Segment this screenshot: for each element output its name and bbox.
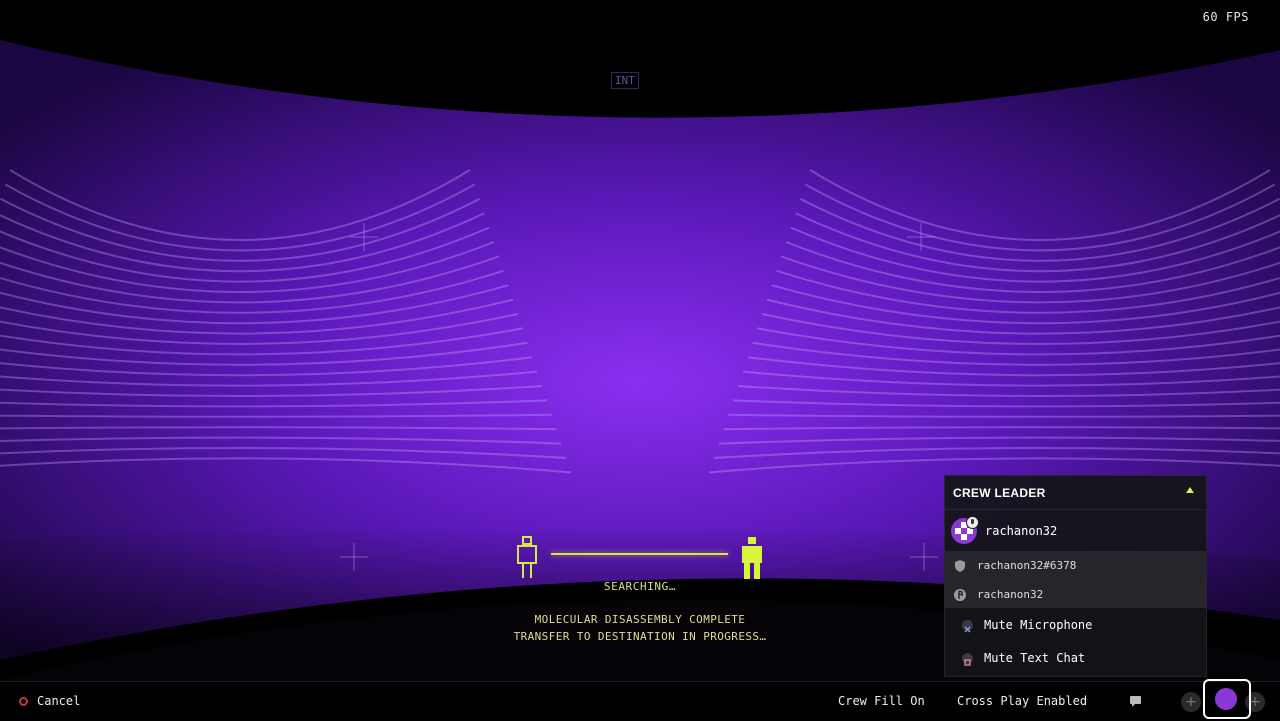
platform-id-name: rachanon32#6378 bbox=[977, 559, 1077, 572]
square-button-icon bbox=[962, 653, 973, 666]
status-line-1: MOLECULAR DISASSEMBLY COMPLETE bbox=[534, 613, 746, 626]
status-line-2: TRANSFER TO DESTINATION IN PROGRESS… bbox=[513, 630, 767, 643]
platform-ids: rachanon32#6378 rachanon32 bbox=[945, 551, 1206, 608]
interior-tag: INT bbox=[611, 72, 639, 89]
crew-fill-toggle[interactable]: Crew Fill On bbox=[838, 694, 925, 708]
cross-button-icon bbox=[962, 620, 973, 633]
searching-status: SEARCHING… bbox=[603, 580, 677, 593]
platform-id-name: rachanon32 bbox=[977, 588, 1044, 601]
crew-panel-header[interactable]: CREW LEADER bbox=[945, 476, 1206, 510]
mute-microphone-label: Mute Microphone bbox=[984, 618, 1093, 632]
playstation-icon bbox=[954, 589, 966, 601]
connection-line bbox=[551, 553, 728, 555]
circle-button-icon bbox=[19, 697, 28, 706]
chat-icon[interactable] bbox=[1130, 696, 1141, 707]
mute-microphone-button[interactable]: Mute Microphone bbox=[945, 610, 1206, 642]
crew-panel: CREW LEADER rachanon32 rachanon32#6378 r… bbox=[944, 475, 1207, 677]
microphone-icon bbox=[966, 516, 979, 529]
cross-play-toggle[interactable]: Cross Play Enabled bbox=[957, 694, 1087, 708]
mute-text-chat-label: Mute Text Chat bbox=[984, 651, 1086, 665]
fps-counter: 60 FPS bbox=[1202, 10, 1249, 24]
crew-panel-title: CREW LEADER bbox=[953, 486, 1046, 500]
self-avatar-slot[interactable] bbox=[1203, 679, 1251, 719]
cancel-button[interactable]: Cancel bbox=[37, 694, 80, 708]
avatar bbox=[1215, 688, 1237, 710]
collapse-arrow-icon[interactable] bbox=[1186, 487, 1194, 493]
shield-icon bbox=[955, 560, 965, 572]
empty-crew-slot[interactable]: + bbox=[1181, 692, 1201, 712]
bottom-bar: Cancel Crew Fill On Cross Play Enabled +… bbox=[0, 681, 1280, 721]
leader-name: rachanon32 bbox=[985, 524, 1058, 538]
mute-text-chat-button[interactable]: Mute Text Chat bbox=[945, 643, 1206, 675]
